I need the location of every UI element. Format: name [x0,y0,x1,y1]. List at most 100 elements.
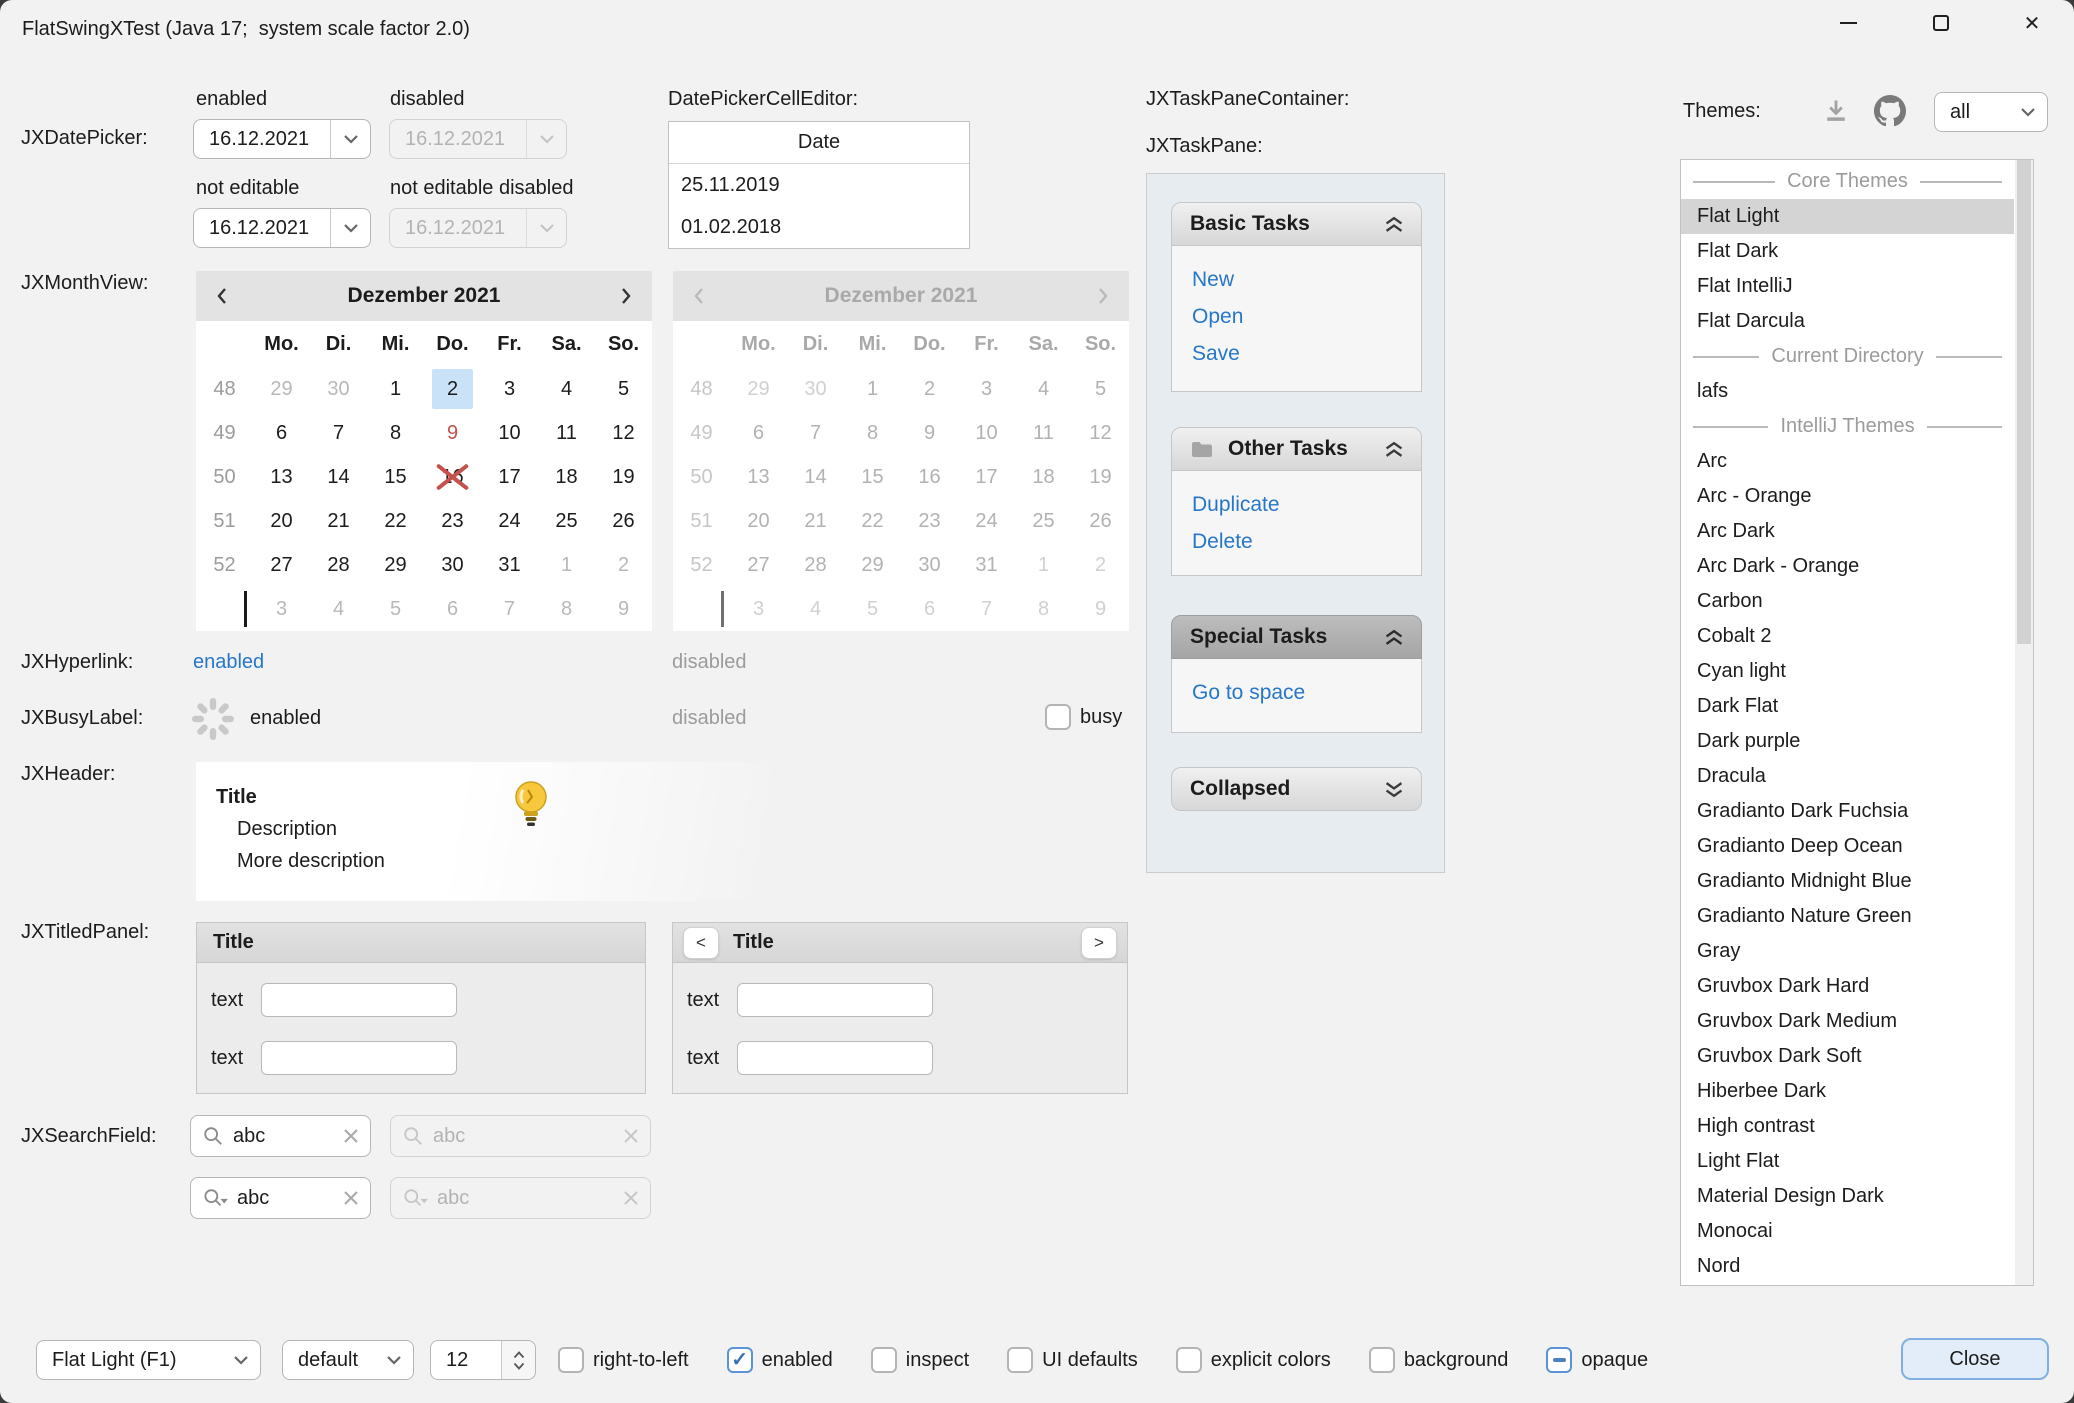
clear-icon[interactable] [343,1190,359,1206]
text-input[interactable] [261,983,457,1017]
option-checkbox-group[interactable]: opaque [1546,1347,1648,1373]
taskpane-header[interactable]: Basic Tasks [1171,202,1422,246]
theme-list-item[interactable]: Gradianto Dark Fuchsia [1681,794,2014,829]
day-cell[interactable]: 1 [367,367,424,411]
day-cell[interactable]: 6 [424,587,481,631]
scrollbar-thumb[interactable] [2017,160,2031,644]
option-checkbox-group[interactable]: explicit colors [1176,1347,1331,1373]
theme-list-item[interactable]: Gruvbox Dark Medium [1681,1004,2014,1039]
table-row[interactable]: 25.11.2019 [669,164,969,206]
day-cell[interactable]: 20 [253,499,310,543]
theme-list-item[interactable]: Flat Light [1681,199,2014,234]
day-cell[interactable]: 15 [367,455,424,499]
day-cell[interactable]: 12 [595,411,652,455]
theme-list-item[interactable]: Gradianto Midnight Blue [1681,864,2014,899]
checkbox[interactable] [1007,1347,1033,1373]
day-cell[interactable]: 8 [538,587,595,631]
spinner-buttons[interactable] [501,1341,535,1379]
day-cell[interactable]: 10 [481,411,538,455]
day-cell[interactable]: 18 [538,455,595,499]
day-cell[interactable]: 30 [424,543,481,587]
task-link[interactable]: Open [1192,298,1407,335]
minimize-button[interactable] [1817,0,1879,46]
day-cell[interactable]: 2 [595,543,652,587]
theme-list-item[interactable]: Flat Dark [1681,234,2014,269]
option-checkbox-group[interactable]: right-to-left [558,1347,689,1373]
theme-list-item[interactable]: Dark Flat [1681,689,2014,724]
day-cell[interactable]: 28 [310,543,367,587]
checkbox[interactable] [558,1347,584,1373]
theme-list-item[interactable]: Gradianto Nature Green [1681,899,2014,934]
day-cell[interactable]: 4 [310,587,367,631]
day-cell[interactable]: 7 [310,411,367,455]
search-value[interactable]: abc [233,1125,334,1148]
taskpane-header[interactable]: Other Tasks [1171,427,1422,471]
theme-list-item[interactable]: Gruvbox Dark Soft [1681,1039,2014,1074]
theme-list-item[interactable]: Arc Dark [1681,514,2014,549]
theme-list-item[interactable]: lafs [1681,374,2014,409]
download-icon[interactable] [1822,97,1850,131]
theme-list-item[interactable]: Dark purple [1681,724,2014,759]
font-size-value[interactable]: 12 [431,1349,501,1372]
task-link[interactable]: Delete [1192,523,1407,560]
scrollbar[interactable] [2015,160,2033,1285]
theme-list-item[interactable]: Hiberbee Dark [1681,1074,2014,1109]
theme-list-item[interactable]: Cyan light [1681,654,2014,689]
searchfield-enabled[interactable]: abc [190,1115,371,1157]
chevron-down-icon[interactable] [330,209,370,247]
text-input[interactable] [737,1041,933,1075]
day-cell[interactable]: 5 [595,367,652,411]
day-cell[interactable]: 8 [367,411,424,455]
day-cell[interactable]: 30 [310,367,367,411]
clear-icon[interactable] [343,1128,359,1144]
checkbox[interactable] [727,1347,753,1373]
day-cell[interactable]: 3 [253,587,310,631]
taskpane-header[interactable]: Special Tasks [1171,615,1422,659]
theme-list-item[interactable]: Gruvbox Dark Hard [1681,969,2014,1004]
day-cell[interactable]: 24 [481,499,538,543]
theme-list-item[interactable]: Light Flat [1681,1144,2014,1179]
theme-list-item[interactable]: Flat IntelliJ [1681,269,2014,304]
day-cell[interactable]: 5 [367,587,424,631]
day-cell[interactable]: 9 [424,411,481,455]
option-checkbox-group[interactable]: background [1369,1347,1509,1373]
date-value[interactable]: 16.12.2021 [194,128,330,151]
table-row[interactable]: 01.02.2018 [669,206,969,248]
day-cell[interactable]: 13 [253,455,310,499]
theme-list-item[interactable]: Current Directory [1681,339,2014,374]
task-link[interactable]: Save [1192,335,1407,372]
laf-combo[interactable]: Flat Light (F1) [36,1340,261,1380]
day-cell[interactable]: 6 [253,411,310,455]
day-cell[interactable]: 50 [196,455,253,499]
day-cell[interactable]: 7 [481,587,538,631]
github-icon[interactable] [1874,95,1906,133]
datepicker-enabled[interactable]: 16.12.2021 [193,119,371,159]
checkbox[interactable] [1369,1347,1395,1373]
checkbox[interactable] [871,1347,897,1373]
theme-list-item[interactable]: Gray [1681,934,2014,969]
day-cell[interactable]: 14 [310,455,367,499]
theme-list-item[interactable]: Material Design Dark [1681,1179,2014,1214]
day-cell[interactable]: 3 [481,367,538,411]
title-prev-button[interactable]: < [683,927,719,959]
theme-list-item[interactable]: Monocai [1681,1214,2014,1249]
theme-list-item[interactable]: Dracula [1681,759,2014,794]
searchfield-dropdown-enabled[interactable]: abc [190,1177,371,1219]
search-value[interactable]: abc [237,1187,334,1210]
option-checkbox-group[interactable]: enabled [727,1347,833,1373]
day-cell[interactable]: 29 [367,543,424,587]
theme-list-item[interactable]: Arc - Orange [1681,479,2014,514]
theme-list-item[interactable]: High contrast [1681,1109,2014,1144]
text-input[interactable] [737,983,933,1017]
day-cell[interactable]: 51 [196,499,253,543]
theme-list-item[interactable]: Arc Dark - Orange [1681,549,2014,584]
theme-list-item[interactable]: Core Themes [1681,164,2014,199]
day-cell[interactable]: 19 [595,455,652,499]
chevron-down-icon[interactable] [330,120,370,158]
theme-list-item[interactable]: Gradianto Deep Ocean [1681,829,2014,864]
theme-list-item[interactable]: Arc [1681,444,2014,479]
day-cell[interactable]: 11 [538,411,595,455]
busy-checkbox[interactable] [1045,704,1071,730]
day-cell[interactable]: 48 [196,367,253,411]
day-cell[interactable]: 29 [253,367,310,411]
